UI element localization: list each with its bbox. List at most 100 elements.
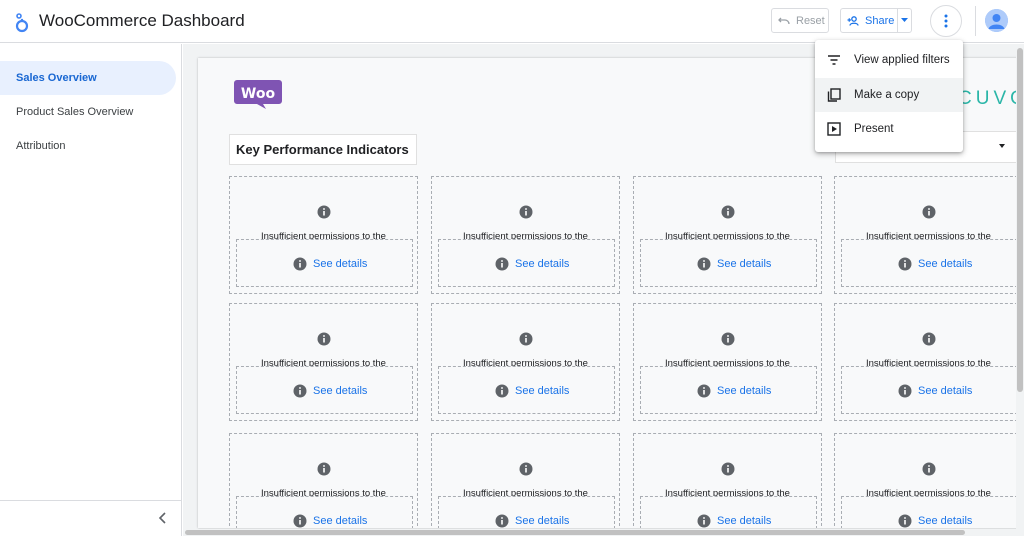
more-options-menu: View applied filters Make a copy Present	[815, 40, 963, 152]
kpi-scorecard-tile[interactable]: Insufficient permissions to the See detai…	[633, 176, 822, 294]
reset-button[interactable]: Reset	[771, 8, 829, 33]
filter-dropdown-icon[interactable]	[999, 144, 1005, 148]
error-details-box: See details	[236, 496, 413, 528]
sidebar-item-attribution[interactable]: Attribution	[0, 129, 176, 163]
kpi-scorecard-tile[interactable]: Insufficient permissions to the See detai…	[229, 433, 418, 528]
menu-item-label: Present	[854, 123, 894, 135]
reset-label: Reset	[796, 14, 825, 27]
see-details-link[interactable]: See details	[495, 384, 569, 398]
error-details-box: See details	[236, 239, 413, 287]
caret-down-icon	[901, 18, 908, 22]
see-details-label: See details	[515, 385, 570, 397]
info-icon	[317, 462, 331, 476]
add-person-icon	[847, 15, 859, 26]
info-icon	[519, 462, 533, 476]
info-icon	[922, 332, 936, 346]
menu-item-make-a-copy[interactable]: Make a copy	[815, 78, 963, 112]
vertical-scrollbar[interactable]	[1016, 44, 1024, 536]
see-details-label: See details	[313, 258, 368, 270]
kpi-scorecard-tile[interactable]: Insufficient permissions to the See detai…	[633, 433, 822, 528]
see-details-link[interactable]: See details	[697, 514, 771, 528]
toolbar-divider	[975, 6, 976, 36]
chevron-left-icon[interactable]	[154, 509, 172, 527]
person-icon	[985, 9, 1008, 32]
kpi-scorecard-tile[interactable]: Insufficient permissions to the See detai…	[834, 303, 1018, 421]
sidebar-item-label: Sales Overview	[16, 72, 97, 84]
see-details-label: See details	[717, 515, 772, 527]
see-details-link[interactable]: See details	[293, 514, 367, 528]
vertical-scrollbar-thumb[interactable]	[1017, 48, 1023, 392]
info-icon	[519, 205, 533, 219]
error-details-box: See details	[640, 239, 817, 287]
menu-item-label: View applied filters	[854, 54, 950, 66]
info-icon	[898, 384, 912, 398]
see-details-label: See details	[717, 385, 772, 397]
info-icon	[721, 462, 735, 476]
kpi-scorecard-tile[interactable]: Insufficient permissions to the See detai…	[834, 176, 1018, 294]
info-icon	[495, 514, 509, 528]
sidebar-item-sales-overview[interactable]: Sales Overview	[0, 61, 176, 95]
sidebar-item-product-sales-overview[interactable]: Product Sales Overview	[0, 95, 176, 129]
info-icon	[697, 384, 711, 398]
see-details-link[interactable]: See details	[293, 257, 367, 271]
see-details-label: See details	[313, 385, 368, 397]
looker-studio-logo-icon	[15, 13, 29, 33]
undo-icon	[778, 17, 790, 24]
info-icon	[898, 514, 912, 528]
filter-list-icon	[828, 55, 840, 65]
info-icon	[697, 514, 711, 528]
see-details-label: See details	[515, 515, 570, 527]
see-details-link[interactable]: See details	[898, 384, 972, 398]
share-dropdown-button[interactable]	[898, 18, 911, 23]
see-details-link[interactable]: See details	[898, 514, 972, 528]
error-details-box: See details	[640, 366, 817, 414]
horizontal-scrollbar-thumb[interactable]	[185, 530, 965, 535]
sidebar-footer	[0, 500, 182, 536]
see-details-label: See details	[918, 385, 973, 397]
share-label: Share	[865, 14, 895, 27]
kpi-scorecard-tile[interactable]: Insufficient permissions to the See detai…	[431, 303, 620, 421]
see-details-label: See details	[717, 258, 772, 270]
more-options-button[interactable]	[930, 5, 962, 37]
more-vert-icon	[944, 14, 948, 28]
menu-item-view-applied-filters[interactable]: View applied filters	[815, 43, 963, 77]
kpi-scorecard-tile[interactable]: Insufficient permissions to the See detai…	[834, 433, 1018, 528]
see-details-link[interactable]: See details	[898, 257, 972, 271]
info-icon	[317, 332, 331, 346]
kpi-scorecard-tile[interactable]: Insufficient permissions to the See detai…	[229, 303, 418, 421]
info-icon	[495, 257, 509, 271]
see-details-link[interactable]: See details	[495, 257, 569, 271]
info-icon	[317, 205, 331, 219]
menu-item-present[interactable]: Present	[815, 112, 963, 146]
error-details-box: See details	[438, 496, 615, 528]
woocommerce-logo: Woo	[234, 80, 282, 109]
error-details-box: See details	[438, 366, 615, 414]
woocommerce-logo-text: Woo	[241, 86, 276, 102]
kpi-scorecard-tile[interactable]: Insufficient permissions to the See detai…	[229, 176, 418, 294]
info-icon	[721, 205, 735, 219]
share-button-group: Share	[840, 8, 912, 33]
top-bar: WooCommerce Dashboard Reset Share	[0, 0, 1024, 43]
see-details-label: See details	[313, 515, 368, 527]
see-details-link[interactable]: See details	[697, 257, 771, 271]
copy-icon	[827, 88, 841, 102]
error-details-box: See details	[841, 496, 1018, 528]
info-icon	[495, 384, 509, 398]
info-icon	[293, 257, 307, 271]
see-details-link[interactable]: See details	[293, 384, 367, 398]
kpi-scorecard-tile[interactable]: Insufficient permissions to the See detai…	[633, 303, 822, 421]
sidebar-item-label: Product Sales Overview	[16, 106, 134, 118]
present-icon	[827, 122, 841, 136]
account-avatar[interactable]	[985, 9, 1008, 32]
info-icon	[721, 332, 735, 346]
horizontal-scrollbar[interactable]	[183, 529, 1016, 536]
info-icon	[697, 257, 711, 271]
error-details-box: See details	[841, 366, 1018, 414]
info-icon	[293, 384, 307, 398]
see-details-link[interactable]: See details	[697, 384, 771, 398]
share-button[interactable]: Share	[841, 9, 898, 32]
see-details-link[interactable]: See details	[495, 514, 569, 528]
kpi-scorecard-tile[interactable]: Insufficient permissions to the See detai…	[431, 433, 620, 528]
kpi-scorecard-tile[interactable]: Insufficient permissions to the See detai…	[431, 176, 620, 294]
info-icon	[922, 462, 936, 476]
